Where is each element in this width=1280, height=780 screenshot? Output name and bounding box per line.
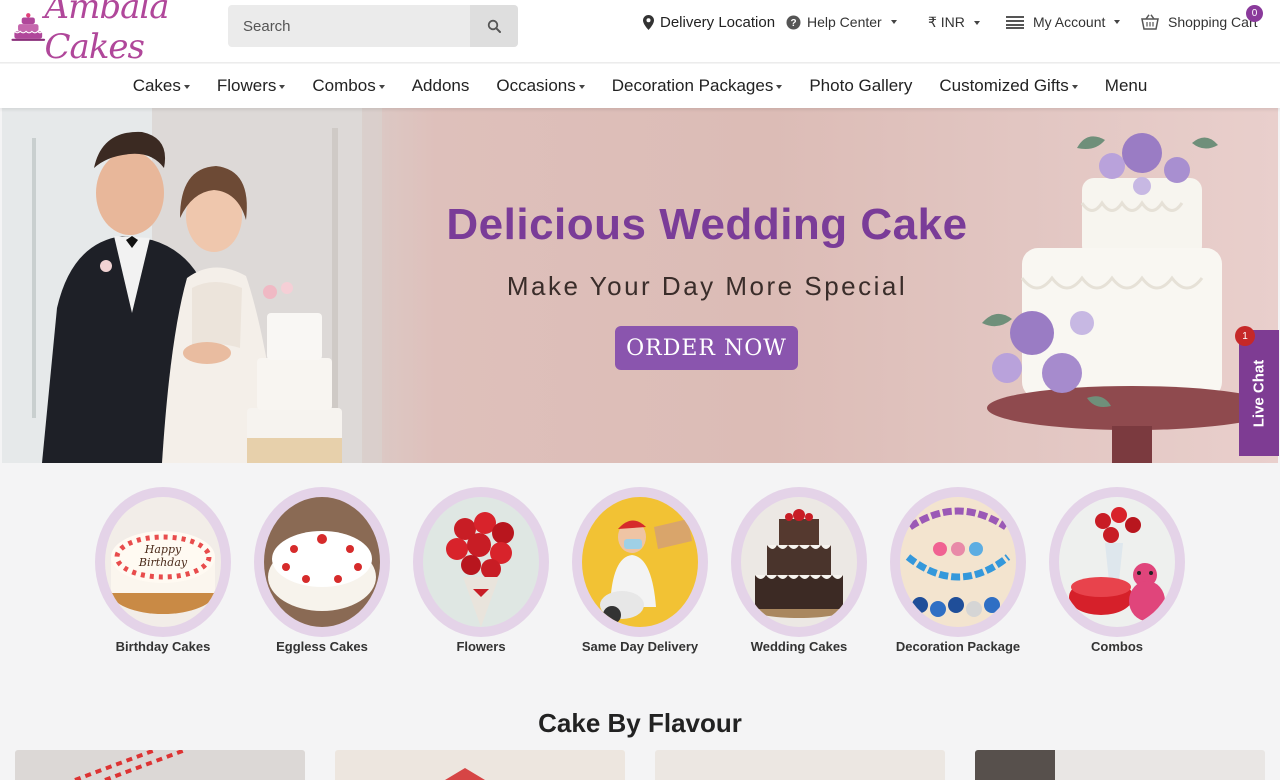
menu-lines-icon [1006,16,1024,29]
category-same-day-delivery[interactable]: Same Day Delivery [572,487,708,654]
nav-item-occasions[interactable]: Occasions [483,76,598,96]
category-eggless-cakes[interactable]: Eggless Cakes [254,487,390,654]
category-label: Birthday Cakes [115,639,211,654]
main-nav: Cakes Flowers Combos Addons Occasions De… [0,64,1280,108]
category-image-frame [890,487,1026,637]
eggless-cake-image [264,497,380,627]
nav-label: Cakes [132,76,181,95]
banner-title: Delicious Wedding Cake [446,200,968,249]
chevron-down-icon [578,84,585,89]
nav-label: Occasions [496,76,576,95]
category-image-frame [1049,487,1185,637]
live-chat-label: Live Chat [1250,359,1268,427]
wedding-cake-image [741,497,857,627]
delivery-location-label: Delivery Location [660,14,776,31]
category-image-frame [731,487,867,637]
flavour-card[interactable] [335,750,625,780]
chevron-down-icon [183,84,190,89]
cake-logo-icon [11,13,46,41]
shopping-basket-icon [1141,14,1159,30]
flavour-card[interactable] [655,750,945,780]
my-account-dropdown[interactable]: My Account [1006,14,1121,30]
category-label: Same Day Delivery [581,639,699,654]
flavour-card-image [335,750,625,780]
category-label: Wedding Cakes [750,639,848,654]
top-header: Ambala Cakes Delivery Location ? Help Ce… [0,0,1280,67]
svg-text:Happy: Happy [144,543,182,556]
nav-item-decoration-packages[interactable]: Decoration Packages [598,76,796,96]
search-button[interactable] [470,5,518,47]
flavour-card[interactable] [975,750,1265,780]
birthday-cake-image: Happy Birthday [105,497,221,627]
nav-item-flowers[interactable]: Flowers [203,76,299,96]
svg-text:Birthday: Birthday [138,556,188,569]
live-chat-badge: 1 [1235,326,1255,346]
category-image-frame [572,487,708,637]
delivery-location-link[interactable]: Delivery Location [643,14,775,31]
currency-dropdown[interactable]: ₹ INR [928,14,980,31]
cart-count-badge: 0 [1246,5,1263,22]
nav-label: Combos [312,76,376,95]
category-flowers[interactable]: Flowers [413,487,549,654]
nav-item-addons[interactable]: Addons [398,76,483,96]
search-input[interactable] [228,5,470,47]
category-image-frame: Happy Birthday [95,487,231,637]
help-circle-icon: ? [786,15,801,29]
shopping-cart-link[interactable]: Shopping Cart [1141,14,1258,30]
section-title-cake-by-flavour: Cake By Flavour [538,708,742,738]
category-label: Eggless Cakes [276,639,368,654]
category-image-frame [254,487,390,637]
my-account-label: My Account [1033,14,1106,30]
banner-subtitle: Make Your Day More Special [506,271,908,301]
chevron-down-icon [890,20,897,24]
search-icon [487,19,501,33]
category-wedding-cakes[interactable]: Wedding Cakes [731,487,867,654]
category-combos[interactable]: Combos [1049,487,1185,654]
svg-text:?: ? [790,18,796,29]
category-label: Decoration Package [895,639,1021,654]
delivery-person-image [582,497,698,627]
category-birthday-cakes[interactable]: Happy Birthday Birthday Cakes [95,487,231,654]
brand-logo[interactable]: Ambala Cakes [10,0,215,67]
chevron-down-icon [279,84,286,89]
currency-label: ₹ INR [928,14,965,30]
nav-label: Photo Gallery [809,76,913,95]
nav-label: Flowers [216,76,277,95]
nav-label: Decoration Packages [611,76,774,95]
nav-item-menu[interactable]: Menu [1091,76,1161,96]
shopping-cart-label: Shopping Cart [1168,14,1258,30]
flowers-bouquet-image [423,497,539,627]
brand-name: Ambala Cakes [44,0,170,67]
flavour-card-image [15,750,305,780]
order-now-button[interactable]: ORDER NOW [615,326,798,370]
nav-label: Customized Gifts [939,76,1069,95]
category-decoration-package[interactable]: Decoration Package [890,487,1026,654]
category-image-frame [413,487,549,637]
nav-item-photo-gallery[interactable]: Photo Gallery [796,76,926,96]
help-center-label: Help Center [807,14,882,30]
live-chat-button[interactable]: Live Chat [1239,330,1279,456]
hero-banner[interactable]: Delicious Wedding Cake Make Your Day Mor… [2,108,1278,463]
help-center-dropdown[interactable]: ? Help Center [786,14,897,30]
category-label: Flowers [456,639,506,654]
flavour-card-image [655,750,945,780]
nav-label: Menu [1104,76,1148,95]
chevron-down-icon [776,84,783,89]
combo-gift-image [1059,497,1175,627]
nav-item-cakes[interactable]: Cakes [119,76,203,96]
nav-item-combos[interactable]: Combos [299,76,398,96]
chevron-down-icon [1114,20,1121,24]
chevron-down-icon [378,84,385,89]
chevron-down-icon [1071,84,1078,89]
map-pin-icon [643,15,654,30]
nav-item-customized-gifts[interactable]: Customized Gifts [926,76,1091,96]
flavour-card[interactable] [15,750,305,780]
balloon-decoration-image [900,497,1016,627]
flavour-card-image [975,750,1265,780]
chevron-down-icon [973,20,980,25]
category-label: Combos [1091,639,1143,654]
search-bar [228,5,518,47]
nav-label: Addons [411,76,470,95]
